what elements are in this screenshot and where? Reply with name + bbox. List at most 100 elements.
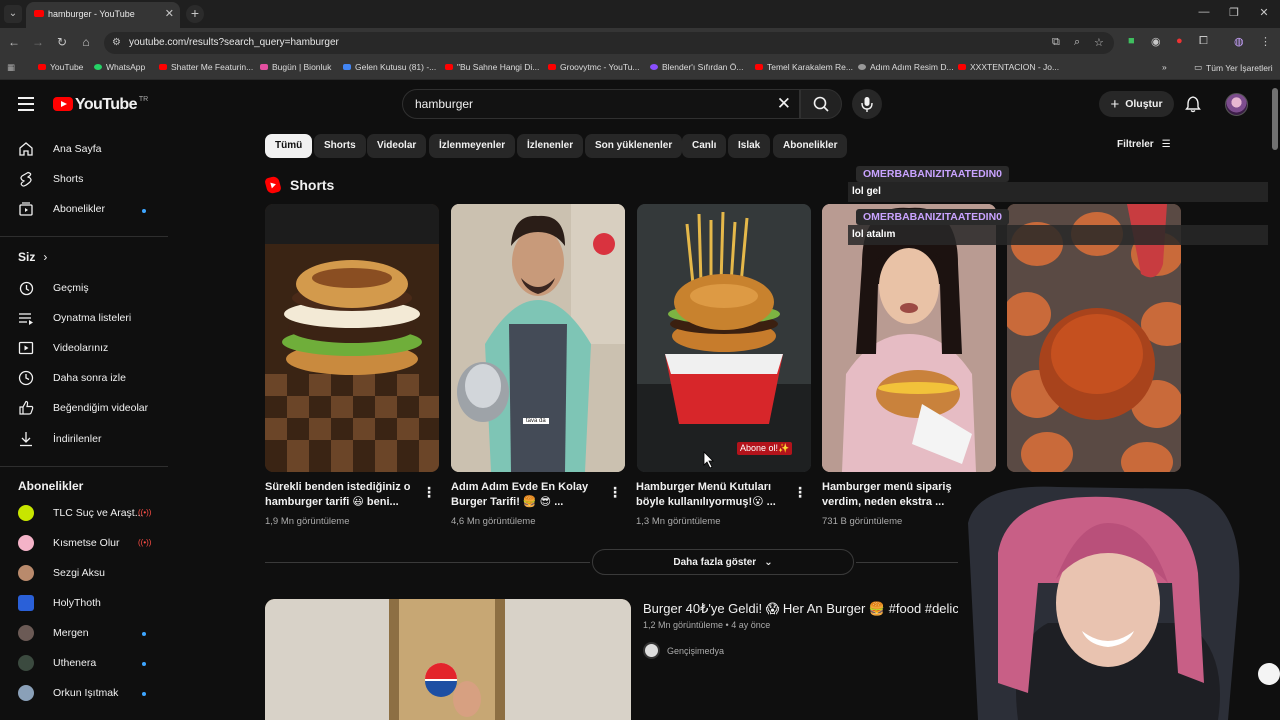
search-button[interactable]	[800, 89, 842, 119]
bookmark-item[interactable]: Bugün | Bionluk	[260, 62, 331, 72]
bookmark-item[interactable]: YouTube	[38, 62, 83, 72]
all-bookmarks-folder[interactable]: ▭ Tüm Yer İşaretleri	[1194, 62, 1273, 73]
more-options-icon[interactable]: ⋮	[422, 484, 436, 501]
chip-unwatched[interactable]: İzlenmeyenler	[429, 134, 516, 158]
sidebar-sub-item[interactable]: TLC Suç ve Araşt...	[18, 505, 143, 521]
sidebar-item-you[interactable]: Siz ›	[18, 250, 47, 264]
sidebar-item-your-videos[interactable]: Videolarınız	[18, 340, 108, 356]
bookmark-item[interactable]: Groovytmc - YouTu...	[548, 62, 640, 72]
new-tab-button[interactable]: +	[186, 5, 204, 23]
chip-all[interactable]: Tümü	[265, 134, 313, 158]
sidebar-sub-item[interactable]: Orkun Işıtmak	[18, 685, 118, 701]
guide-menu-icon[interactable]	[18, 97, 34, 111]
video-channel[interactable]: Gençişimedya	[643, 642, 724, 659]
clear-search-icon[interactable]: ✕	[777, 94, 791, 114]
chip-subscriptions[interactable]: Abonelikler	[773, 134, 848, 158]
chip-live[interactable]: Canlı	[682, 134, 727, 158]
extension-icon[interactable]: ●	[1176, 35, 1183, 47]
filters-button[interactable]: Filtreler ☰	[1117, 139, 1171, 150]
bookmark-item[interactable]: Adım Adım Resim D...	[858, 62, 954, 72]
short-title[interactable]: Hamburger Menü Kutuları böyle kullanılıy…	[636, 480, 786, 510]
window-close-icon[interactable]: ✕	[1256, 6, 1272, 19]
sidebar-sub-item[interactable]: Mergen	[18, 625, 89, 641]
more-options-icon[interactable]: ⋮	[608, 484, 622, 501]
home-icon	[18, 141, 34, 157]
account-avatar[interactable]	[1225, 93, 1248, 116]
search-input[interactable]: hamburger ✕	[402, 89, 800, 119]
sidebar-item-liked-videos[interactable]: Beğendiğim videolar	[18, 400, 148, 416]
sidebar-item-home[interactable]: Ana Sayfa	[18, 141, 101, 157]
forward-icon[interactable]: →	[30, 35, 46, 49]
restore-icon[interactable]: ❐	[1226, 6, 1242, 19]
chip-videos[interactable]: Videolar	[367, 134, 427, 158]
sidebar-item-history[interactable]: Geçmiş	[18, 280, 89, 296]
chevron-down-icon: ⌄	[764, 556, 773, 568]
sidebar-item-playlists[interactable]: Oynatma listeleri	[18, 310, 131, 326]
sidebar-item-watch-later[interactable]: Daha sonra izle	[18, 370, 126, 386]
chat-username: OMERBABANIZITAATEDIN0	[856, 166, 1010, 182]
bookmark-item[interactable]: Blender'ı Sıfırdan Ö...	[650, 62, 743, 72]
reload-icon[interactable]: ↻	[54, 35, 70, 49]
bookmark-item[interactable]: Shatter Me Featurin...	[159, 62, 253, 72]
sidebar-item-shorts[interactable]: Shorts	[18, 171, 83, 187]
bookmarks-bar: ▦ YouTube WhatsApp Shatter Me Featurin..…	[0, 58, 1280, 80]
zoom-icon[interactable]: ⌕	[1074, 36, 1080, 49]
short-thumbnail[interactable]	[265, 204, 439, 472]
short-thumbnail[interactable]: tava da	[451, 204, 625, 472]
sidebar-sub-item[interactable]: Kısmetse Olur	[18, 535, 120, 551]
extensions-puzzle-icon[interactable]: ⧠	[1199, 35, 1208, 48]
tab-search-icon[interactable]: ⌄	[4, 5, 22, 23]
install-icon[interactable]: ⧉	[1052, 36, 1060, 49]
notifications-bell-icon[interactable]	[1184, 95, 1202, 118]
show-more-button[interactable]: Daha fazla göster ⌄	[592, 549, 854, 575]
sidebar-sub-item[interactable]: Sezgi Aksu	[18, 565, 105, 581]
short-title[interactable]: Sürekli benden istediğiniz o hamburger t…	[265, 480, 415, 510]
bookmark-star-icon[interactable]: ☆	[1094, 36, 1104, 49]
short-thumbnail[interactable]: Abone ol!✨	[637, 204, 811, 472]
bookmark-item[interactable]: Temel Karakalem Re...	[755, 62, 853, 72]
bookmark-item[interactable]: XXXTENTACION - Jo...	[958, 62, 1059, 72]
sidebar-sub-item[interactable]: HolyThoth	[18, 595, 101, 611]
browser-menu-icon[interactable]: ⋮	[1260, 35, 1271, 48]
sidebar-item-downloads[interactable]: İndirilenler	[18, 431, 101, 447]
video-title[interactable]: Burger 40₺'ye Geldi! 😱 Her An Burger 🍔 #…	[643, 601, 959, 617]
channel-avatar	[18, 625, 34, 641]
chip-shorts[interactable]: Shorts	[314, 134, 366, 158]
youtube-logo[interactable]: YouTube TR	[53, 96, 148, 114]
filter-sliders-icon: ☰	[1161, 139, 1171, 150]
watch-later-icon	[18, 370, 34, 386]
bookmark-item[interactable]: Gelen Kutusu (81) -...	[343, 62, 436, 72]
profile-icon[interactable]: ◍	[1234, 35, 1244, 48]
new-content-dot	[142, 692, 146, 696]
extension-icon[interactable]: ■	[1128, 35, 1135, 47]
sidebar-sub-item[interactable]: Uthenera	[18, 655, 96, 671]
video-thumbnail[interactable]	[265, 599, 631, 720]
address-bar[interactable]: ⚙ youtube.com/results?search_query=hambu…	[104, 32, 1114, 54]
more-options-icon[interactable]: ⋮	[793, 484, 807, 501]
apps-icon[interactable]: ▦	[7, 62, 15, 73]
voice-search-button[interactable]	[852, 89, 882, 119]
short-title[interactable]: Adım Adım Evde En Kolay Burger Tarifi! 🍔…	[451, 480, 601, 510]
chip-watched[interactable]: İzlenenler	[517, 134, 584, 158]
bookmark-item[interactable]: WhatsApp	[94, 62, 145, 72]
extension-icon[interactable]: ◉	[1151, 35, 1161, 48]
sidebar-item-subscriptions[interactable]: Abonelikler	[18, 201, 105, 217]
short-views: 1,9 Mn görüntüleme	[265, 516, 350, 527]
chip-islak[interactable]: Islak	[728, 134, 771, 158]
minimize-icon[interactable]: —	[1196, 6, 1212, 18]
bookmark-item[interactable]: "Bu Sahne Hangi Di...	[445, 62, 539, 72]
page-scrollbar[interactable]	[1272, 88, 1278, 150]
browser-tab[interactable]: hamburger - YouTube ✕	[26, 2, 180, 28]
home-icon[interactable]: ⌂	[78, 35, 94, 49]
chip-recently-uploaded[interactable]: Son yüklenenler	[585, 134, 683, 158]
channel-avatar	[643, 642, 660, 659]
shorts-icon	[18, 171, 34, 187]
bookmarks-overflow-icon[interactable]: »	[1162, 62, 1167, 72]
channel-avatar	[18, 685, 34, 701]
new-content-dot	[142, 632, 146, 636]
tab-close-icon[interactable]: ✕	[165, 7, 174, 20]
short-title[interactable]: Hamburger menü sipariş verdim, neden eks…	[822, 480, 972, 510]
back-icon[interactable]: ←	[6, 35, 22, 49]
site-info-icon[interactable]: ⚙	[112, 37, 121, 48]
create-button[interactable]: + Oluştur	[1099, 91, 1174, 117]
